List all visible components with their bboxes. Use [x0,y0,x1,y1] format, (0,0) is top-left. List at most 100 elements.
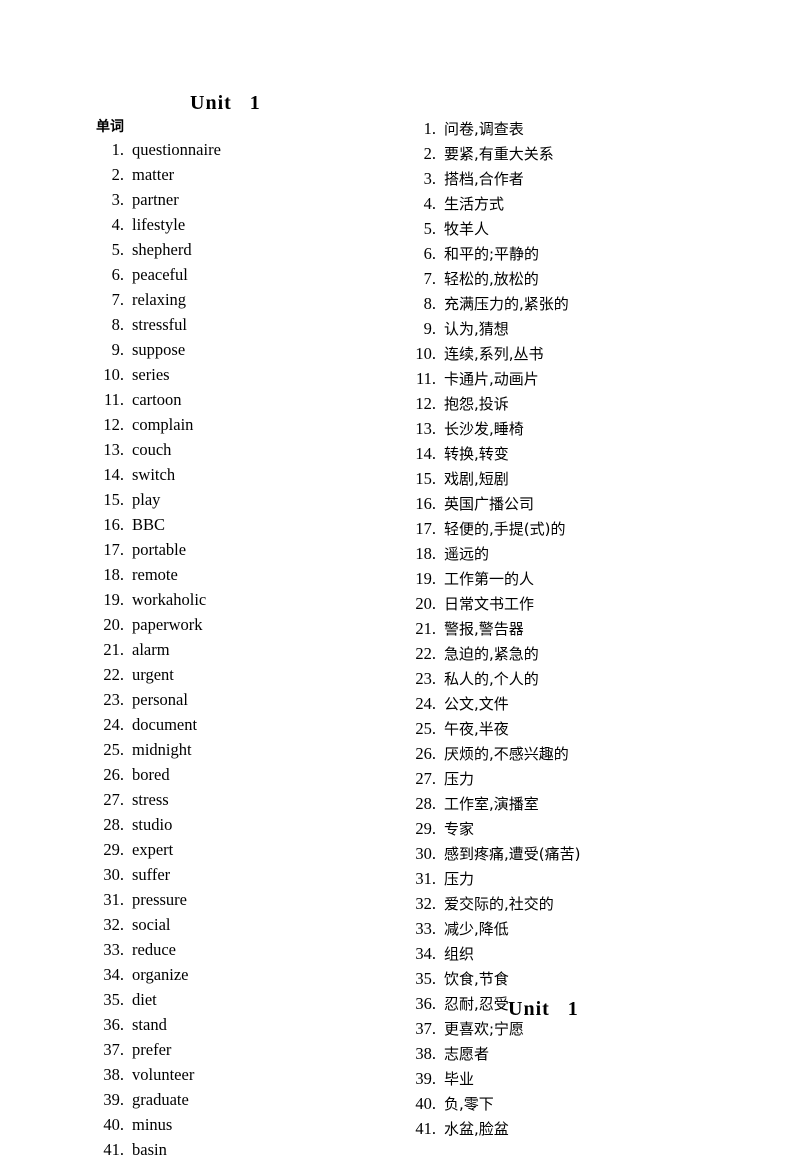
list-item-text: midnight [132,740,192,759]
list-item-text: 遥远的 [444,545,490,563]
list-item-index: 9. [423,319,436,338]
english-word-row: 5. shepherd [96,237,396,262]
english-word-row: 3. partner [96,187,396,212]
footer-title-word: Unit [508,998,550,1020]
chinese-meaning-row: 25. 午夜,半夜 [408,716,748,741]
english-word-row: 6. peaceful [96,262,396,287]
chinese-meaning-row: 29. 专家 [408,816,748,841]
chinese-meaning-row: 15. 戏剧,短剧 [408,466,748,491]
list-item-text: 更喜欢;宁愿 [444,1020,525,1038]
english-word-row: 13. couch [96,437,396,462]
list-item-index: 13. [103,440,124,459]
chinese-meaning-row: 4. 生活方式 [408,191,748,216]
list-item-index: 13. [415,419,436,438]
list-item-text: peaceful [132,265,188,284]
chinese-meaning-row: 1. 问卷,调查表 [408,116,748,141]
english-word-row: 8. stressful [96,312,396,337]
list-item-text: 工作第一的人 [444,570,535,588]
list-item-text: workaholic [132,590,207,609]
list-item-index: 35. [103,990,124,1009]
chinese-meaning-row: 3. 搭档,合作者 [408,166,748,191]
list-item-text: 搭档,合作者 [444,170,524,188]
list-item-index: 22. [103,665,124,684]
english-word-row: 17. portable [96,537,396,562]
list-item-text: shepherd [132,240,192,259]
list-item-index: 18. [103,565,124,584]
list-item-index: 27. [103,790,124,809]
list-item-text: studio [132,815,173,834]
list-item-index: 20. [103,615,124,634]
list-item-text: organize [132,965,189,984]
list-item-index: 6. [423,244,436,263]
chinese-meaning-list: 1. 问卷,调查表 2. 要紧,有重大关系 3. 搭档,合作者 4. 生活方式 5. 牧羊人 6. 和… [408,116,748,1141]
list-item-text: social [132,915,171,934]
english-word-row: 1. questionnaire [96,137,396,162]
list-item-text: pressure [132,890,187,909]
chinese-meaning-row: 8. 充满压力的,紧张的 [408,291,748,316]
list-item-text: expert [132,840,174,859]
list-item-index: 11. [103,390,124,409]
page-title: Unit 1 [190,92,261,115]
chinese-meaning-row: 13. 长沙发,睡椅 [408,416,748,441]
list-item-index: 29. [415,819,436,838]
english-word-row: 4. lifestyle [96,212,396,237]
list-item-index: 28. [415,794,436,813]
list-item-index: 17. [103,540,124,559]
list-item-text: 忍耐,忍受 [444,995,509,1013]
list-item-index: 28. [103,815,124,834]
list-item-text: 压力 [444,870,475,888]
list-item-index: 39. [415,1069,436,1088]
list-item-index: 14. [415,444,436,463]
list-item-index: 35. [415,969,436,988]
list-item-index: 16. [103,515,124,534]
list-item-index: 12. [103,415,124,434]
list-item-text: 警报,警告器 [444,620,524,638]
page-title-word: Unit [190,92,232,114]
chinese-meaning-row: 31. 压力 [408,866,748,891]
list-item-index: 23. [103,690,124,709]
list-item-text: 长沙发,睡椅 [444,420,524,438]
english-word-row: 33. reduce [96,937,396,962]
chinese-meaning-row: 10. 连续,系列,丛书 [408,341,748,366]
chinese-meaning-row: 40. 负,零下 [408,1091,748,1116]
list-item-index: 3. [111,190,124,209]
list-item-text: questionnaire [132,140,221,159]
list-item-index: 25. [103,740,124,759]
chinese-meaning-row: 26. 厌烦的,不感兴趣的 [408,741,748,766]
footer-title: Unit 1 [508,998,579,1021]
list-item-index: 2. [423,144,436,163]
chinese-meaning-row: 30. 感到疼痛,遭受(痛苦) [408,841,748,866]
chinese-meaning-row: 38. 志愿者 [408,1041,748,1066]
list-item-text: couch [132,440,172,459]
list-item-index: 1. [423,119,436,138]
list-item-text: 私人的,个人的 [444,670,539,688]
section-label-vocabulary: 单词 [96,119,124,135]
list-item-index: 24. [415,694,436,713]
chinese-meaning-row: 7. 轻松的,放松的 [408,266,748,291]
list-item-text: cartoon [132,390,182,409]
list-item-text: 组织 [444,945,475,963]
list-item-text: 水盆,脸盆 [444,1120,509,1138]
list-item-text: urgent [132,665,174,684]
list-item-index: 21. [415,619,436,638]
list-item-index: 38. [415,1044,436,1063]
english-word-row: 21. alarm [96,637,396,662]
list-item-index: 26. [415,744,436,763]
english-word-row: 14. switch [96,462,396,487]
english-word-row: 25. midnight [96,737,396,762]
list-item-index: 34. [103,965,124,984]
chinese-meaning-row: 5. 牧羊人 [408,216,748,241]
english-word-row: 19. workaholic [96,587,396,612]
list-item-index: 4. [423,194,436,213]
english-word-row: 7. relaxing [96,287,396,312]
english-word-row: 35. diet [96,987,396,1012]
chinese-meaning-row: 20. 日常文书工作 [408,591,748,616]
list-item-text: 轻便的,手提(式)的 [444,520,566,538]
list-item-index: 5. [111,240,124,259]
chinese-meaning-row: 41. 水盆,脸盆 [408,1116,748,1141]
english-word-row: 37. prefer [96,1037,396,1062]
list-item-text: minus [132,1115,173,1134]
english-word-row: 28. studio [96,812,396,837]
list-item-text: 充满压力的,紧张的 [444,295,569,313]
list-item-text: 连续,系列,丛书 [444,345,544,363]
